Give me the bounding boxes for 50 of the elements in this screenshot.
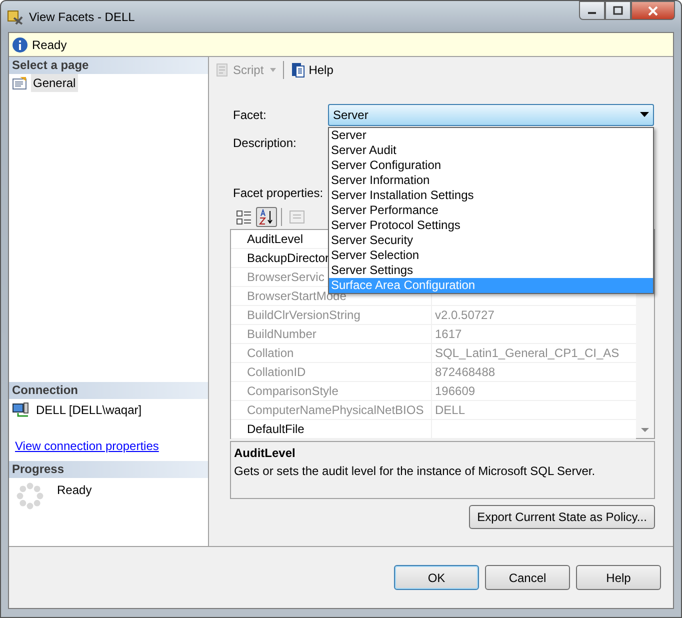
facet-dropdown[interactable]: Server	[328, 104, 654, 126]
dropdown-option[interactable]: Server Installation Settings	[329, 188, 653, 203]
section-header: Connection	[9, 382, 208, 399]
field-label: Facet:	[233, 107, 268, 124]
connection-link[interactable]: View connection properties	[15, 437, 159, 455]
close-icon	[648, 6, 658, 16]
dropdown-option[interactable]: Server Performance	[329, 203, 653, 218]
dropdown-option[interactable]: Server Protocol Settings	[329, 218, 653, 233]
caret-icon	[268, 66, 278, 74]
section-header: Progress	[9, 461, 208, 478]
server-icon	[12, 402, 30, 418]
dropdown-option[interactable]: Server Audit	[329, 143, 653, 158]
spinner-icon	[15, 481, 45, 511]
page-icon	[12, 76, 28, 90]
maximize-icon	[613, 6, 623, 15]
dropdown-option[interactable]: Server	[329, 128, 653, 143]
dropdown-option[interactable]: Server Configuration	[329, 158, 653, 173]
scroll-icon	[214, 62, 230, 78]
dialog-button[interactable]: Cancel	[485, 565, 570, 590]
sort-alphabetical-icon	[258, 208, 274, 224]
dropdown-option[interactable]: Server Settings	[329, 263, 653, 278]
dialog-button[interactable]: OK	[394, 565, 479, 590]
dropdown-option[interactable]: Server Security	[329, 233, 653, 248]
dropdown-option[interactable]: Server Selection	[329, 248, 653, 263]
property-pages-icon	[288, 208, 304, 224]
help-book-icon	[290, 62, 306, 78]
field-label: Description:	[233, 135, 298, 152]
help-button[interactable]: Help	[288, 60, 334, 78]
maximize-button[interactable]	[605, 1, 631, 20]
connection-text: DELL [DELL\waqar]	[36, 402, 142, 419]
scroll-down-icon	[641, 428, 649, 433]
export-button[interactable]: Export Current State as Policy...	[469, 505, 655, 529]
help-title: AuditLevel	[234, 445, 296, 462]
page-item[interactable]: General	[9, 74, 208, 92]
progress-status: Ready	[57, 482, 92, 499]
section-header: Select a page	[9, 57, 208, 74]
window-title: View Facets - DELL	[29, 8, 135, 26]
status-text: Ready	[32, 36, 67, 54]
sort-alphabetical-button[interactable]	[256, 206, 277, 226]
info-icon	[12, 36, 28, 52]
close-button[interactable]	[631, 1, 675, 20]
help-text: Gets or sets the audit level for the instance of Microsoft SQL Server.	[234, 463, 596, 480]
categorized-icon	[236, 208, 252, 224]
caret-icon	[640, 112, 649, 118]
section-label: Facet properties:	[233, 185, 324, 202]
property-name[interactable]: DefaultFile	[231, 420, 432, 438]
minimize-button[interactable]	[579, 1, 605, 20]
app-icon	[7, 8, 23, 24]
dropdown-option[interactable]: Server Information	[329, 173, 653, 188]
dialog-button[interactable]: Help	[576, 565, 661, 590]
